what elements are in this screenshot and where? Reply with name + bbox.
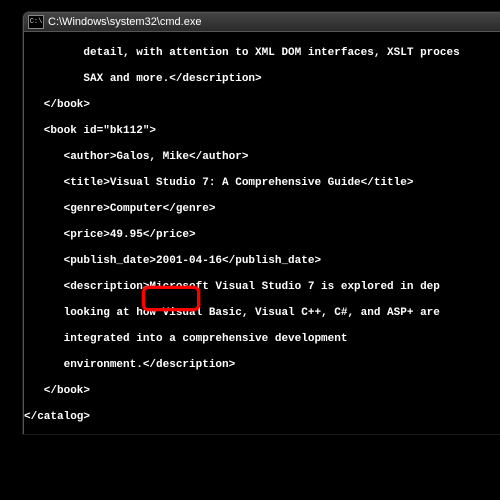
xml-line: </book> [24, 99, 500, 112]
xml-line: <book id="bk112"> [24, 125, 500, 138]
xml-line: environment.</description> [24, 359, 500, 372]
xml-line: integrated into a comprehensive developm… [24, 333, 500, 346]
xml-line: looking at how Visual Basic, Visual C++,… [24, 307, 500, 320]
xml-line: <description>Microsoft Visual Studio 7 i… [24, 281, 500, 294]
xml-line: SAX and more.</description> [24, 73, 500, 86]
cmd-window: C:\ C:\Windows\system32\cmd.exe detail, … [23, 12, 500, 434]
xml-line: </catalog> [24, 411, 500, 424]
xml-line: detail, with attention to XML DOM interf… [24, 47, 500, 60]
xml-line: <title>Visual Studio 7: A Comprehensive … [24, 177, 500, 190]
xml-line: <price>49.95</price> [24, 229, 500, 242]
xml-line: <publish_date>2001-04-16</publish_date> [24, 255, 500, 268]
xml-line: <author>Galos, Mike</author> [24, 151, 500, 164]
titlebar[interactable]: C:\ C:\Windows\system32\cmd.exe [24, 13, 500, 32]
xml-line: <genre>Computer</genre> [24, 203, 500, 216]
window-title: C:\Windows\system32\cmd.exe [48, 16, 201, 28]
cmd-icon: C:\ [28, 15, 44, 29]
xml-line: </book> [24, 385, 500, 398]
terminal-output[interactable]: detail, with attention to XML DOM interf… [24, 32, 500, 434]
